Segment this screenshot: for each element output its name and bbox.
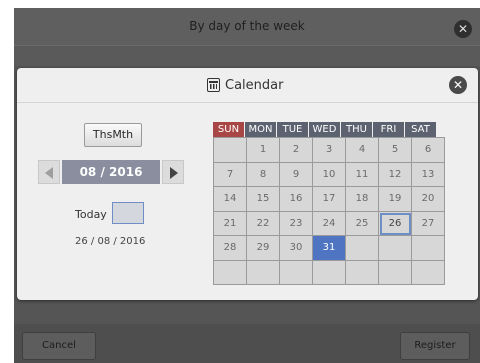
day-cell-11[interactable]: 11 [346, 162, 379, 187]
empty-day-cell [346, 260, 379, 285]
day-cell-20[interactable]: 20 [412, 187, 445, 212]
day-cell-10[interactable]: 10 [313, 162, 346, 187]
day-cell-1[interactable]: 1 [247, 138, 280, 163]
empty-day-cell [214, 138, 247, 163]
day-cell-22[interactable]: 22 [247, 211, 280, 236]
day-cell-3[interactable]: 3 [313, 138, 346, 163]
day-cell-14[interactable]: 14 [214, 187, 247, 212]
day-cell-23[interactable]: 23 [280, 211, 313, 236]
dialog-close-icon[interactable]: ✕ [449, 76, 467, 94]
weekday-header-sat: SAT [405, 122, 437, 137]
day-cell-4[interactable]: 4 [346, 138, 379, 163]
day-cell-18[interactable]: 18 [346, 187, 379, 212]
background-close-icon[interactable]: ✕ [454, 20, 472, 38]
cancel-button[interactable]: Cancel [22, 332, 96, 360]
weekday-header-sun: SUN [213, 122, 245, 137]
day-cell-7[interactable]: 7 [214, 162, 247, 187]
this-month-button[interactable]: ThsMth [84, 123, 142, 147]
day-grid: 1 2 3 4 5 6 7 8 9 10 11 12 13 14 15 16 17 18 19 20 21 22 23 24 2… [213, 137, 445, 285]
background-band [14, 46, 480, 66]
empty-day-cell [247, 260, 280, 285]
day-cell-24[interactable]: 24 [313, 211, 346, 236]
day-cell-26[interactable]: 26 [379, 211, 412, 236]
today-label: Today [75, 208, 107, 221]
day-cell-19[interactable]: 19 [379, 187, 412, 212]
weekday-header-fri: FRI [373, 122, 405, 137]
background-footer: Cancel Register [14, 324, 480, 363]
calendar-grid: SUN MON TUE WED THU FRI SAT 1 2 3 4 5 6 7 8 9 10 11 12 13 1… [213, 122, 445, 285]
prev-month-arrow-icon[interactable] [38, 160, 60, 184]
month-display: 08 / 2016 [62, 160, 160, 184]
day-cell-5[interactable]: 5 [379, 138, 412, 163]
day-cell-17[interactable]: 17 [313, 187, 346, 212]
calendar-dialog: Calendar ✕ ThsMth 08 / 2016 Today 26 / 0… [17, 68, 478, 300]
selected-date-text: 26 / 08 / 2016 [75, 236, 146, 247]
day-cell-2[interactable]: 2 [280, 138, 313, 163]
day-cell-8[interactable]: 8 [247, 162, 280, 187]
next-month-arrow-icon[interactable] [162, 160, 184, 184]
day-cell-27[interactable]: 27 [412, 211, 445, 236]
background-title: By day of the week [189, 19, 305, 33]
empty-day-cell [313, 260, 346, 285]
weekday-header-tue: TUE [277, 122, 309, 137]
day-cell-12[interactable]: 12 [379, 162, 412, 187]
empty-day-cell [379, 260, 412, 285]
empty-day-cell [412, 236, 445, 261]
day-cell-9[interactable]: 9 [280, 162, 313, 187]
empty-day-cell [379, 236, 412, 261]
month-navigator: 08 / 2016 [38, 160, 190, 184]
empty-day-cell [412, 260, 445, 285]
weekday-header-wed: WED [309, 122, 341, 137]
day-cell-25[interactable]: 25 [346, 211, 379, 236]
weekday-header-row: SUN MON TUE WED THU FRI SAT [213, 122, 445, 137]
empty-day-cell [346, 236, 379, 261]
register-button[interactable]: Register [400, 332, 470, 360]
dialog-title-text: Calendar [225, 77, 284, 93]
day-cell-31[interactable]: 31 [313, 236, 346, 261]
dialog-title: Calendar [207, 76, 283, 94]
day-cell-16[interactable]: 16 [280, 187, 313, 212]
empty-day-cell [280, 260, 313, 285]
day-cell-29[interactable]: 29 [247, 236, 280, 261]
weekday-header-mon: MON [245, 122, 277, 137]
today-marker-swatch [112, 202, 144, 224]
day-cell-28[interactable]: 28 [214, 236, 247, 261]
day-cell-15[interactable]: 15 [247, 187, 280, 212]
calendar-icon [207, 78, 220, 92]
empty-day-cell [214, 260, 247, 285]
day-cell-21[interactable]: 21 [214, 211, 247, 236]
day-cell-6[interactable]: 6 [412, 138, 445, 163]
dialog-titlebar: Calendar ✕ [17, 68, 478, 103]
day-cell-13[interactable]: 13 [412, 162, 445, 187]
day-cell-30[interactable]: 30 [280, 236, 313, 261]
weekday-header-thu: THU [341, 122, 373, 137]
